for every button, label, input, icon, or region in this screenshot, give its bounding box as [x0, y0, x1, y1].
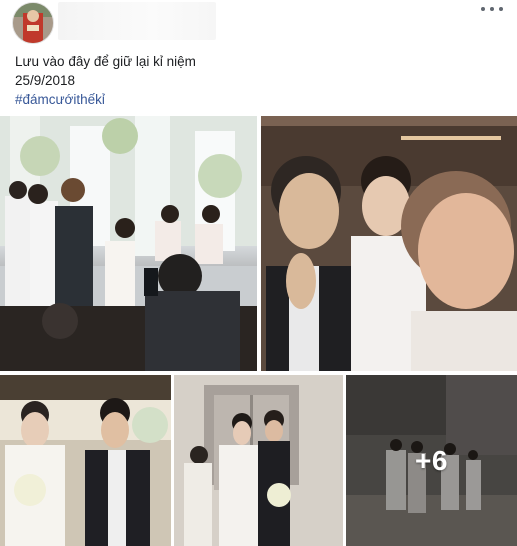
ellipsis-icon [481, 7, 485, 11]
photo-3-image [0, 375, 171, 546]
photo-2[interactable] [261, 116, 517, 371]
more-photos-overlay[interactable]: +6 [346, 375, 517, 546]
post-header [0, 0, 517, 44]
post-text-line: Lưu vào đây để giữ lại kỉ niệm [15, 54, 196, 69]
photo-2-image [261, 116, 517, 371]
ellipsis-dot [490, 7, 494, 11]
photo-1-image [0, 116, 257, 371]
author-avatar[interactable] [12, 2, 54, 44]
photo-grid: +6 [0, 116, 517, 546]
post-text: Lưu vào đây để giữ lại kỉ niệm 25/9/2018… [15, 52, 495, 109]
author-name-redacted [58, 2, 216, 40]
avatar-image [13, 3, 53, 43]
photo-5-more[interactable]: +6 [346, 375, 517, 546]
hashtag-link[interactable]: #đámcướithếkỉ [15, 90, 495, 109]
photo-4-image [174, 375, 343, 546]
photo-1[interactable] [0, 116, 257, 371]
more-options-button[interactable] [481, 2, 503, 16]
more-photos-count: +6 [415, 444, 448, 476]
photo-3[interactable] [0, 375, 171, 546]
photo-4[interactable] [174, 375, 343, 546]
feed-post: Lưu vào đây để giữ lại kỉ niệm 25/9/2018… [0, 0, 517, 546]
ellipsis-dot [499, 7, 503, 11]
post-date-line: 25/9/2018 [15, 73, 76, 88]
